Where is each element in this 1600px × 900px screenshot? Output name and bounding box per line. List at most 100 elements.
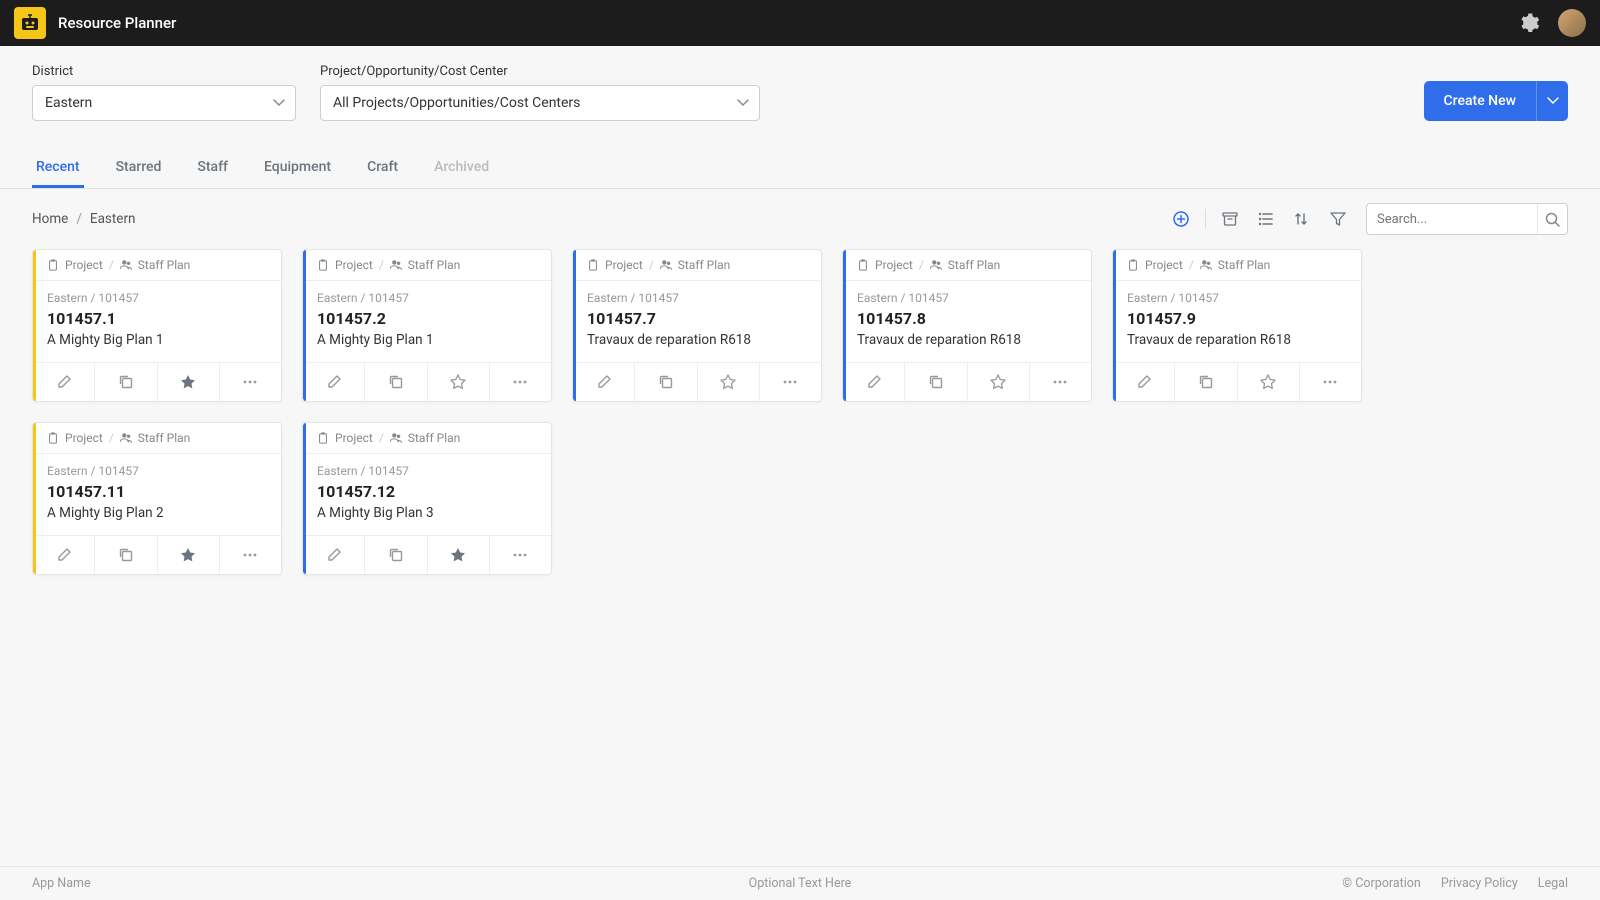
card-staffplan-label: Staff Plan (138, 431, 191, 445)
edit-icon[interactable] (303, 363, 365, 401)
tab-recent[interactable]: Recent (32, 149, 84, 188)
create-new-button[interactable]: Create New (1424, 81, 1536, 121)
copy-icon[interactable] (95, 363, 157, 401)
plan-card[interactable]: Project/Staff PlanEastern / 101457101457… (302, 249, 552, 402)
list-view-icon[interactable] (1250, 203, 1282, 235)
card-title: A Mighty Big Plan 2 (47, 505, 267, 521)
copy-icon[interactable] (905, 363, 967, 401)
edit-icon[interactable] (573, 363, 635, 401)
app-header: Resource Planner (0, 0, 1600, 46)
sort-icon[interactable] (1286, 203, 1318, 235)
plan-card[interactable]: Project/Staff PlanEastern / 101457101457… (572, 249, 822, 402)
card-header: Project/Staff Plan (33, 250, 281, 281)
more-icon[interactable] (220, 363, 281, 401)
star-icon[interactable] (968, 363, 1030, 401)
filter-bar: District Eastern Project/Opportunity/Cos… (0, 46, 1600, 121)
card-path: Eastern / 101457 (47, 464, 267, 478)
app-logo[interactable] (14, 7, 46, 39)
project-value: All Projects/Opportunities/Cost Centers (333, 95, 580, 111)
breadcrumb-home[interactable]: Home (32, 211, 68, 227)
search-input[interactable] (1367, 212, 1537, 227)
plan-card[interactable]: Project/Staff PlanEastern / 101457101457… (32, 422, 282, 575)
chevron-down-icon (737, 99, 749, 107)
archive-icon[interactable] (1214, 203, 1246, 235)
footer-privacy[interactable]: Privacy Policy (1441, 876, 1518, 891)
edit-icon[interactable] (1113, 363, 1175, 401)
card-code: 101457.7 (587, 309, 807, 328)
more-icon[interactable] (1030, 363, 1091, 401)
copy-icon[interactable] (365, 363, 427, 401)
copy-icon[interactable] (1175, 363, 1237, 401)
tab-starred[interactable]: Starred (112, 149, 166, 188)
clipboard-icon (587, 259, 599, 271)
card-code: 101457.2 (317, 309, 537, 328)
card-header: Project/Staff Plan (573, 250, 821, 281)
tab-equipment[interactable]: Equipment (260, 149, 335, 188)
plan-card[interactable]: Project/Staff PlanEastern / 101457101457… (32, 249, 282, 402)
card-code: 101457.11 (47, 482, 267, 501)
card-title: Travaux de reparation R618 (1127, 332, 1347, 348)
clipboard-icon (47, 432, 59, 444)
more-icon[interactable] (490, 363, 551, 401)
tab-craft[interactable]: Craft (363, 149, 402, 188)
users-icon (120, 432, 132, 444)
users-icon (390, 259, 402, 271)
more-icon[interactable] (1300, 363, 1361, 401)
search-icon[interactable] (1537, 204, 1567, 234)
star-icon[interactable] (698, 363, 760, 401)
edit-icon[interactable] (33, 536, 95, 574)
card-code: 101457.1 (47, 309, 267, 328)
card-actions (1113, 362, 1361, 401)
card-actions (303, 535, 551, 574)
cards-grid: Project/Staff Plan Eastern / 101457 101457… (0, 249, 1600, 575)
star-icon[interactable] (158, 363, 220, 401)
plan-card[interactable]: Project/Staff Plan Eastern / 101457 101457… (842, 249, 1092, 402)
card-project-label: Project (65, 431, 103, 445)
card-title: Travaux de reparation R618 (857, 332, 1077, 348)
card-project-label: Project (1145, 258, 1183, 272)
card-code: 101457.12 (317, 482, 537, 501)
footer: App Name Optional Text Here © Corporatio… (0, 866, 1600, 900)
plan-card[interactable]: Project/Staff PlanEastern / 101457101457… (302, 422, 552, 575)
card-code: 101457.8 (857, 309, 1077, 328)
star-icon[interactable] (1238, 363, 1300, 401)
card-path: Eastern / 101457 (317, 464, 537, 478)
footer-legal[interactable]: Legal (1538, 876, 1568, 891)
card-actions (843, 362, 1091, 401)
card-title: A Mighty Big Plan 1 (317, 332, 537, 348)
footer-center-text: Optional Text Here (749, 876, 852, 891)
clipboard-icon (317, 432, 329, 444)
project-select[interactable]: All Projects/Opportunities/Cost Centers (320, 85, 760, 121)
create-new-dropdown[interactable] (1536, 81, 1568, 121)
district-select[interactable]: Eastern (32, 85, 296, 121)
edit-icon[interactable] (303, 536, 365, 574)
more-icon[interactable] (490, 536, 551, 574)
star-icon[interactable] (428, 536, 490, 574)
copy-icon[interactable] (95, 536, 157, 574)
card-header: Project/Staff Plan (843, 250, 1091, 281)
plan-card[interactable]: Project/Staff PlanEastern / 101457101457… (1112, 249, 1362, 402)
users-icon (930, 259, 942, 271)
copy-icon[interactable] (365, 536, 427, 574)
card-path: Eastern / 101457 (857, 291, 1077, 305)
tab-staff[interactable]: Staff (193, 149, 232, 188)
card-staffplan-label: Staff Plan (1218, 258, 1271, 272)
divider (1205, 209, 1206, 229)
edit-icon[interactable] (33, 363, 95, 401)
star-icon[interactable] (428, 363, 490, 401)
avatar[interactable] (1558, 9, 1586, 37)
card-project-label: Project (65, 258, 103, 272)
breadcrumb: Home / Eastern (32, 211, 136, 227)
gear-icon[interactable] (1520, 13, 1540, 33)
card-project-label: Project (605, 258, 643, 272)
edit-icon[interactable] (843, 363, 905, 401)
filter-icon[interactable] (1322, 203, 1354, 235)
more-icon[interactable] (220, 536, 281, 574)
copy-icon[interactable] (635, 363, 697, 401)
add-icon[interactable] (1165, 203, 1197, 235)
card-path: Eastern / 101457 (1127, 291, 1347, 305)
more-icon[interactable] (760, 363, 821, 401)
card-actions (303, 362, 551, 401)
star-icon[interactable] (158, 536, 220, 574)
breadcrumb-current: Eastern (90, 211, 136, 227)
